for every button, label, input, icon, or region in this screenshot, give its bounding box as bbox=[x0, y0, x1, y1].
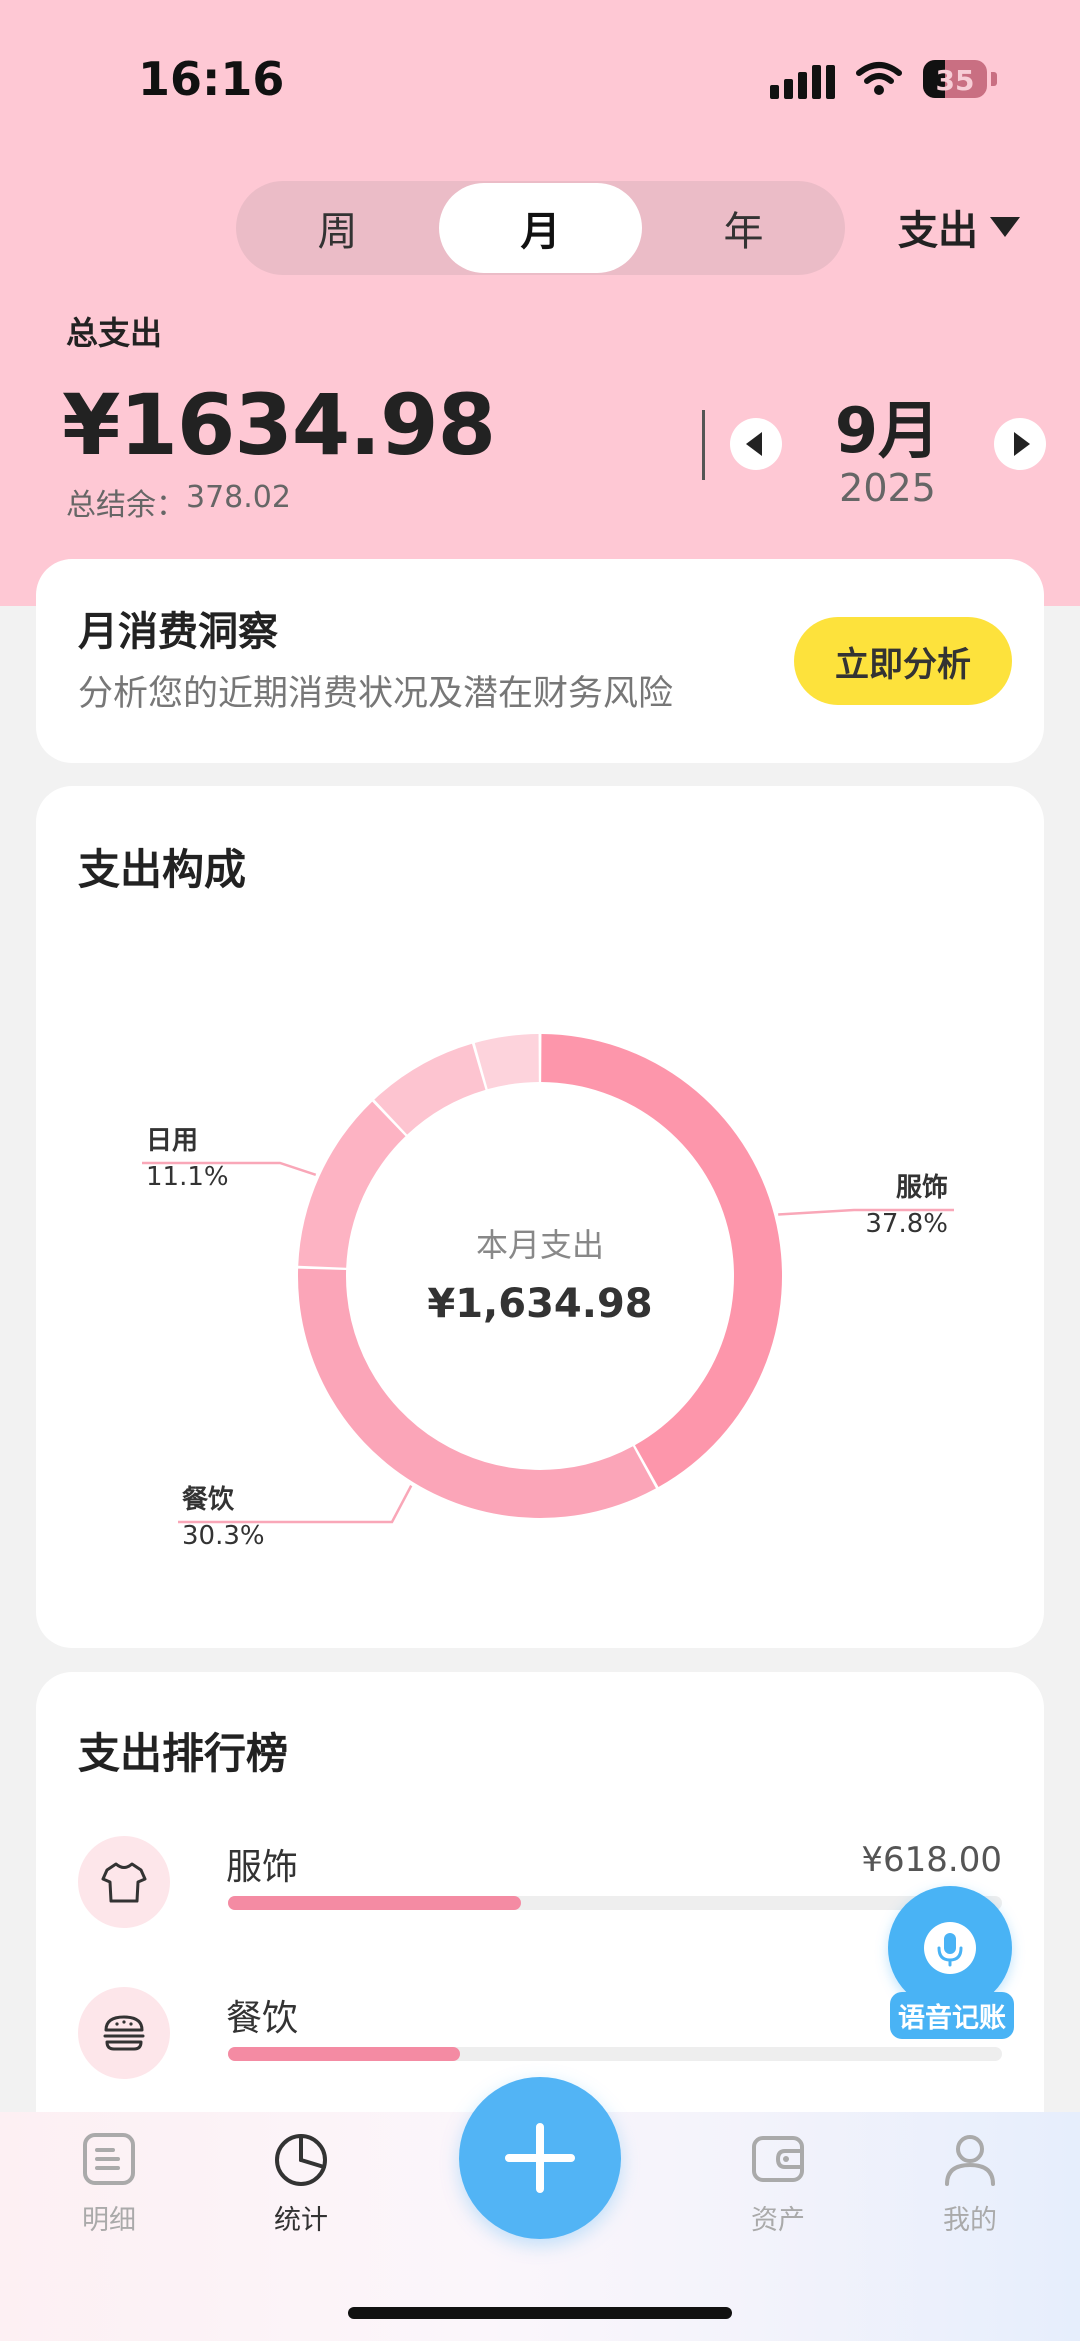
tab-year[interactable]: 年 bbox=[642, 181, 845, 275]
ranking-bar-track bbox=[228, 1896, 1002, 1910]
total-amount: ¥1634.98 bbox=[62, 376, 496, 474]
arrow-left-icon bbox=[746, 432, 762, 456]
donut-slice[interactable] bbox=[474, 1034, 539, 1090]
donut-label-percent: 11.1% bbox=[146, 1162, 229, 1192]
insight-description: 分析您的近期消费状况及潜在财务风险 bbox=[78, 674, 674, 714]
year-label: 2025 bbox=[839, 466, 936, 510]
ranking-bar-fill bbox=[228, 1896, 521, 1910]
ranking-title: 支出排行榜 bbox=[78, 1729, 289, 1778]
burger-icon bbox=[78, 1987, 170, 2079]
home-indicator bbox=[348, 2307, 732, 2319]
balance-label: 总结余： bbox=[66, 488, 186, 523]
arrow-right-icon bbox=[1014, 432, 1030, 456]
donut-slice[interactable] bbox=[374, 1043, 486, 1135]
donut-chart: 服饰 37.8% 餐饮 30.3% 日用 11.1% 本月支出 ¥1,634.98 bbox=[142, 1034, 954, 1551]
balance-value: 378.02 bbox=[186, 480, 291, 515]
donut-label-name: 餐饮 bbox=[182, 1485, 235, 1515]
month-label: 9月 bbox=[834, 394, 941, 467]
total-label: 总支出 bbox=[66, 314, 163, 352]
ranking-row[interactable]: 服饰 ¥618.00 bbox=[78, 1836, 1002, 1956]
donut-slice[interactable] bbox=[298, 1101, 406, 1268]
cellular-signal-icon bbox=[770, 59, 835, 99]
donut-label-percent: 37.8% bbox=[865, 1209, 948, 1239]
type-dropdown-label: 支出 bbox=[898, 208, 978, 254]
analyze-button[interactable]: 立即分析 bbox=[794, 617, 1012, 705]
tab-profile[interactable]: 我的 bbox=[895, 2130, 1045, 2237]
add-record-button[interactable] bbox=[459, 2077, 621, 2239]
ranking-name: 服饰 bbox=[226, 1847, 299, 1888]
battery-icon: 35 bbox=[923, 60, 987, 98]
chart-icon bbox=[275, 2134, 327, 2186]
tab-statistics[interactable]: 统计 bbox=[226, 2130, 376, 2237]
prev-month-button[interactable] bbox=[730, 418, 782, 470]
tab-month[interactable]: 月 bbox=[439, 183, 642, 273]
wifi-icon bbox=[856, 62, 902, 95]
voice-record-label[interactable]: 语音记账 bbox=[890, 1992, 1014, 2039]
next-month-button[interactable] bbox=[994, 418, 1046, 470]
caret-down-icon bbox=[990, 217, 1020, 237]
wallet-icon bbox=[752, 2136, 804, 2182]
user-icon bbox=[945, 2135, 995, 2186]
donut-label-percent: 30.3% bbox=[182, 1521, 265, 1551]
period-segmented-control: 周 月 年 bbox=[236, 181, 845, 275]
composition-card: 支出构成 服饰 37.8% 餐饮 30.3% 日用 11.1% 本月支出 ¥1,634.9… bbox=[36, 786, 1044, 1648]
donut-center-label: 本月支出 bbox=[476, 1226, 604, 1264]
status-icons: 35 bbox=[770, 54, 997, 104]
status-time: 16:16 bbox=[138, 52, 285, 106]
tab-label: 我的 bbox=[943, 2205, 997, 2236]
donut-label-name: 服饰 bbox=[896, 1173, 948, 1203]
ranking-name: 餐饮 bbox=[226, 1998, 299, 2039]
tab-week[interactable]: 周 bbox=[236, 181, 439, 275]
insight-card: 月消费洞察 分析您的近期消费状况及潜在财务风险 立即分析 bbox=[36, 559, 1044, 763]
divider bbox=[702, 410, 705, 480]
ranking-bar-track bbox=[228, 2047, 1002, 2061]
insight-title: 月消费洞察 bbox=[78, 609, 278, 655]
list-icon bbox=[83, 2133, 135, 2185]
microphone-icon bbox=[924, 1922, 976, 1974]
tab-label: 资产 bbox=[751, 2205, 805, 2236]
battery-level: 35 bbox=[935, 64, 975, 97]
tab-assets[interactable]: 资产 bbox=[703, 2130, 853, 2237]
type-dropdown[interactable]: 支出 bbox=[898, 198, 1020, 256]
balance-line: 总结余： 378.02 bbox=[66, 480, 291, 524]
tab-label: 明细 bbox=[82, 2205, 136, 2236]
tab-details[interactable]: 明细 bbox=[34, 2130, 184, 2237]
tshirt-icon bbox=[78, 1836, 170, 1928]
donut-label-name: 日用 bbox=[146, 1126, 198, 1156]
tab-label: 统计 bbox=[274, 2205, 328, 2236]
ranking-amount: ¥618.00 bbox=[861, 1840, 1002, 1880]
plus-icon bbox=[505, 2123, 575, 2193]
ranking-bar-fill bbox=[228, 2047, 461, 2061]
battery-cap bbox=[991, 72, 997, 86]
donut-center-value: ¥1,634.98 bbox=[427, 1281, 652, 1327]
